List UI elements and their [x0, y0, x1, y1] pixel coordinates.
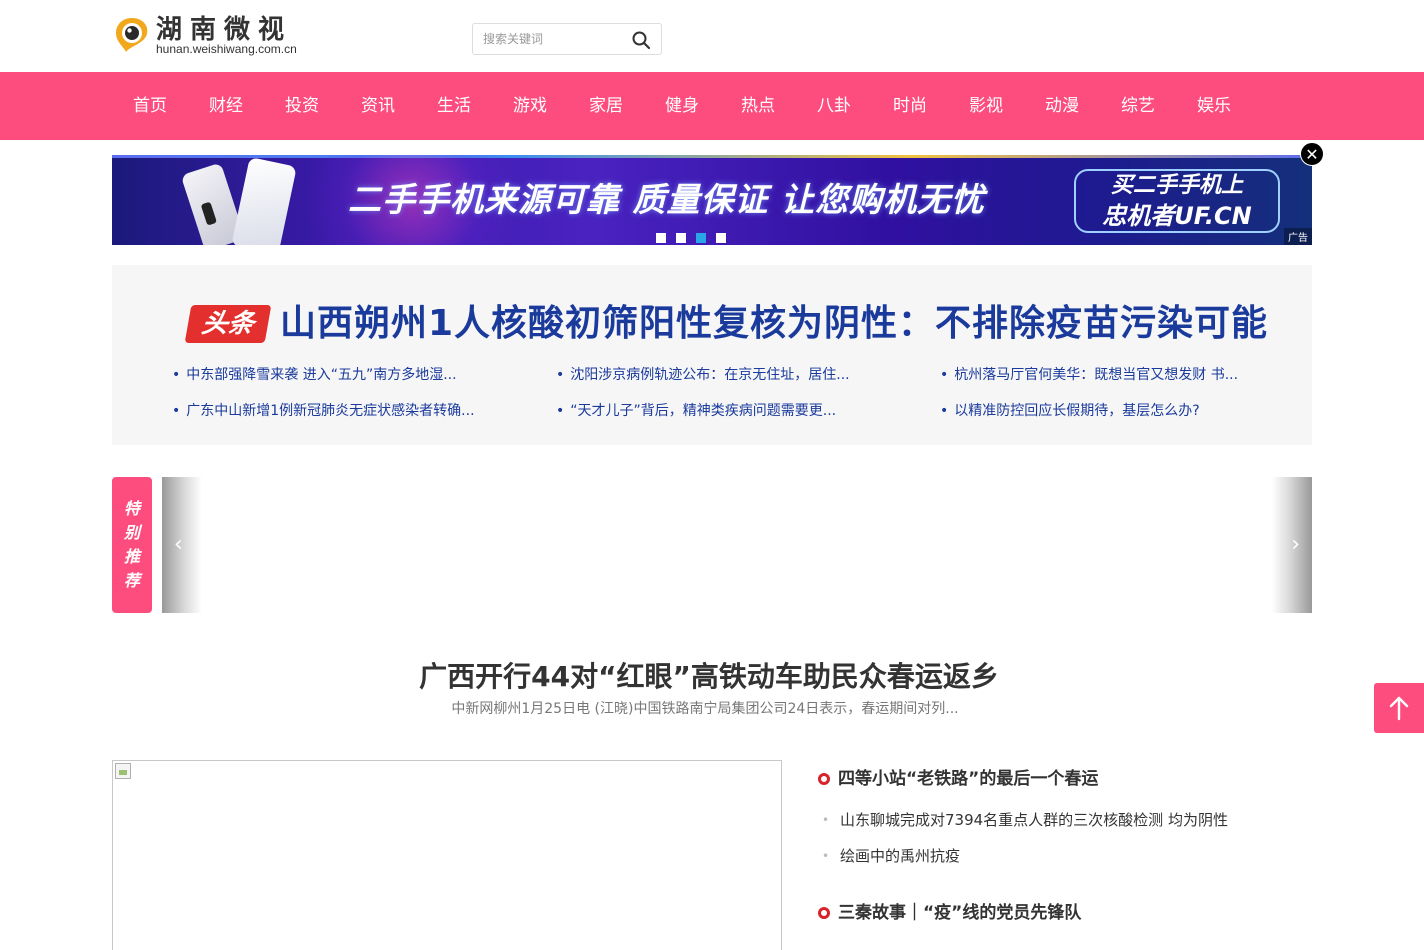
banner-phone-front-image: [231, 156, 297, 245]
nav-item-invest[interactable]: 投资: [264, 72, 340, 140]
featured-story-title[interactable]: 广西开行44对“红眼”高铁动车助民众春运返乡: [0, 655, 1424, 699]
search-input[interactable]: [474, 25, 624, 53]
headline-link[interactable]: “天才儿子”背后，精神类疾病问题需要更...: [556, 399, 836, 423]
featured-story-image[interactable]: [112, 760, 782, 950]
headline-link[interactable]: 广东中山新增1例新冠肺炎无症状感染者转确...: [172, 399, 474, 423]
main-nav: 首页 财经 投资 资讯 生活 游戏 家居 健身 热点 八卦 时尚 影视 动漫 综…: [0, 72, 1424, 140]
headline-link[interactable]: 以精准防控回应长假期待，基层怎么办?: [940, 399, 1199, 423]
news-list-headline[interactable]: 三秦故事｜“疫”线的党员先锋队: [818, 900, 1081, 926]
nav-item-film[interactable]: 影视: [948, 72, 1024, 140]
carousel-next-button[interactable]: ›: [1272, 477, 1312, 613]
carousel-prev-button[interactable]: ‹: [162, 477, 202, 613]
logo-eye-icon: [116, 18, 148, 52]
banner-pagination: [656, 233, 736, 243]
nav-item-hot[interactable]: 热点: [720, 72, 796, 140]
back-to-top-button[interactable]: [1374, 683, 1424, 733]
broken-image-icon: [115, 763, 131, 779]
news-list-item[interactable]: 山东聊城完成对7394名重点人群的三次核酸检测 均为阴性: [818, 808, 1228, 832]
site-header: 湖南微视 hunan.weishiwang.com.cn: [0, 0, 1424, 72]
nav-item-home[interactable]: 首页: [112, 72, 188, 140]
headline-link[interactable]: 沈阳涉京病例轨迹公布：在京无住址，居住...: [556, 363, 849, 387]
special-tag-char: 别: [123, 523, 140, 542]
nav-item-life[interactable]: 生活: [416, 72, 492, 140]
news-list-headline-text: 三秦故事｜“疫”线的党员先锋队: [838, 903, 1082, 923]
nav-item-fitness[interactable]: 健身: [644, 72, 720, 140]
headline-badge: 头条: [184, 305, 272, 343]
nav-item-finance[interactable]: 财经: [188, 72, 264, 140]
nav-item-entertainment[interactable]: 娱乐: [1176, 72, 1252, 140]
headline-section: 头条 山西朔州1人核酸初筛阳性复核为阴性：不排除疫苗污染可能 中东部强降雪来袭 …: [112, 265, 1312, 445]
nav-item-variety[interactable]: 综艺: [1100, 72, 1176, 140]
search-box: [472, 23, 662, 55]
nav-item-anime[interactable]: 动漫: [1024, 72, 1100, 140]
nav-item-games[interactable]: 游戏: [492, 72, 568, 140]
special-tag-char: 荐: [123, 571, 140, 590]
special-tag-char: 特: [123, 499, 140, 518]
headline-title[interactable]: 山西朔州1人核酸初筛阳性复核为阴性：不排除疫苗污染可能: [280, 299, 1268, 349]
search-icon[interactable]: [631, 30, 651, 50]
nav-item-gossip[interactable]: 八卦: [796, 72, 872, 140]
banner-dot[interactable]: [716, 233, 726, 243]
news-list-headline-text: 四等小站“老铁路”的最后一个春运: [838, 769, 1099, 789]
arrow-up-icon: [1389, 696, 1409, 721]
ad-banner[interactable]: 二手手机来源可靠 质量保证 让您购机无忧 买二手手机上 忠机者UF.CN 广告: [112, 155, 1312, 245]
news-list-headline[interactable]: 四等小站“老铁路”的最后一个春运: [818, 766, 1098, 792]
banner-top-strip: [112, 155, 1312, 158]
nav-item-fashion[interactable]: 时尚: [872, 72, 948, 140]
headline-link[interactable]: 杭州落马厅官何美华：既想当官又想发财 书...: [940, 363, 1238, 387]
nav-item-home-decor[interactable]: 家居: [568, 72, 644, 140]
logo-text-domain: hunan.weishiwang.com.cn: [156, 42, 297, 56]
banner-dot[interactable]: [656, 233, 666, 243]
ad-label: 广告: [1284, 228, 1312, 245]
banner-cta-line2: 忠机者UF.CN: [1102, 202, 1252, 230]
site-logo[interactable]: 湖南微视 hunan.weishiwang.com.cn: [114, 14, 314, 60]
featured-story-summary[interactable]: 中新网柳州1月25日电 (江晓)中国铁路南宁局集团公司24日表示，春运期间对列.…: [0, 698, 1424, 720]
news-list-item[interactable]: 绘画中的禹州抗疫: [818, 844, 960, 868]
ad-close-icon[interactable]: ✕: [1300, 142, 1324, 166]
banner-cta-box: 买二手手机上 忠机者UF.CN: [1074, 169, 1280, 233]
nav-item-news[interactable]: 资讯: [340, 72, 416, 140]
nav-list: 首页 财经 投资 资讯 生活 游戏 家居 健身 热点 八卦 时尚 影视 动漫 综…: [112, 72, 1252, 140]
phone-camera-icon: [200, 201, 217, 226]
red-ring-icon: [818, 773, 830, 785]
headline-link[interactable]: 中东部强降雪来袭 进入“五九”南方多地湿...: [172, 363, 456, 387]
banner-slogan: 二手手机来源可靠 质量保证 让您购机无忧: [348, 180, 985, 219]
banner-cta-line1: 买二手手机上: [1110, 173, 1243, 198]
special-recommend-tag: 特 别 推 荐: [112, 477, 152, 613]
banner-dot[interactable]: [676, 233, 686, 243]
special-tag-char: 推: [123, 547, 140, 566]
red-ring-icon: [818, 907, 830, 919]
banner-dot-active[interactable]: [696, 233, 706, 243]
